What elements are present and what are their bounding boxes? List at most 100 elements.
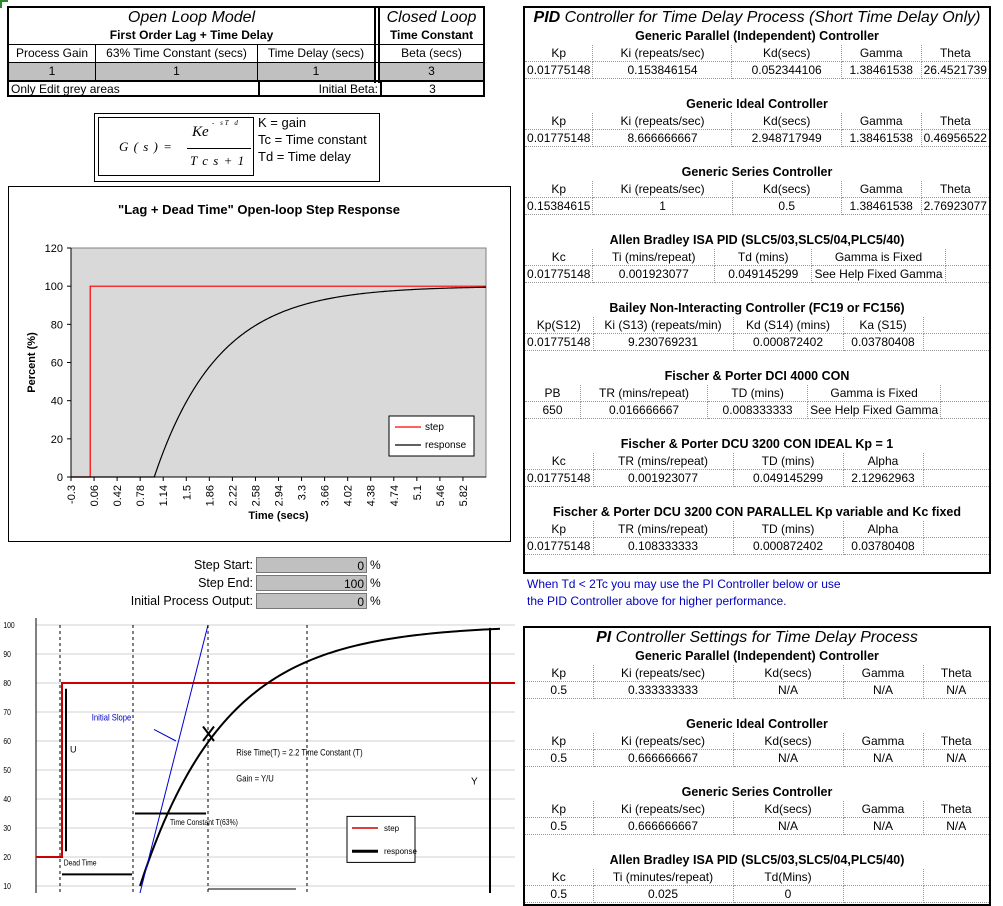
table-row: 0.01775148 0.108333333 0.000872402 0.037804… [525, 537, 989, 555]
table-value-cell[interactable] [923, 469, 989, 487]
step-input-value[interactable]: 0 [256, 593, 367, 609]
table-value-cell[interactable]: 1.38461538 [841, 129, 922, 147]
table-value-cell[interactable]: N/A [843, 681, 924, 699]
table-value-cell[interactable]: 2.12962963 [843, 469, 924, 487]
table-header-cell: Ti (mins/repeat) [592, 249, 715, 266]
table-value-cell[interactable]: N/A [923, 681, 989, 699]
time-constant-label: Time Constant T(63%) [170, 818, 238, 828]
table-value-cell[interactable]: 9.230769231 [593, 333, 734, 351]
table-value-cell[interactable] [923, 885, 989, 903]
table-value-cell[interactable]: N/A [733, 817, 844, 835]
x-tick-label: 1.5 [181, 485, 193, 500]
table-value-cell[interactable]: N/A [843, 817, 924, 835]
table-value-cell[interactable]: 0.001923077 [593, 469, 734, 487]
table-value-cell[interactable]: N/A [923, 817, 989, 835]
table-value-cell[interactable]: 0.01775148 [525, 129, 594, 147]
table-value-cell[interactable]: 0.15384615 [525, 197, 594, 215]
table-value-cell[interactable]: 0.03780408 [843, 333, 924, 351]
table-value-cell[interactable]: 0.5 [525, 817, 594, 835]
controller-table: Kp Ki (repeats/sec) Kd(secs) Gamma Theta 0.5 0… [525, 665, 989, 699]
table-value-cell[interactable]: 0.03780408 [843, 537, 924, 555]
table-value-cell[interactable]: 0.016666667 [580, 401, 709, 419]
table-row: 0.01775148 0.001923077 0.049145299 2.129629… [525, 469, 989, 487]
pid-title-bold: PID [533, 9, 561, 26]
table-value-cell[interactable]: 0.666666667 [593, 749, 734, 767]
transfer-function-box: G ( s ) = Ke - sT d T c s + 1 K = gain T… [94, 113, 380, 182]
pid-title-rest: Controller for Time Delay Process (Short… [560, 9, 981, 26]
step-input-value[interactable]: 100 [256, 575, 367, 591]
table-value-cell[interactable] [945, 265, 989, 283]
table-value-cell[interactable]: 0.000872402 [733, 333, 844, 351]
table-header-cell: Kd(secs) [733, 801, 844, 818]
table-header-cell: TR (mins/repeat) [593, 453, 734, 470]
table-value-cell[interactable]: 0.01775148 [525, 265, 594, 283]
table-value-cell[interactable]: 0 [733, 885, 844, 903]
table-header-cell: Kp [525, 665, 594, 682]
table-value-cell[interactable]: See Help Fixed Gamma [811, 265, 946, 283]
table-value-cell[interactable]: 0.5 [525, 885, 594, 903]
table-header-cell: TR (mins/repeat) [593, 521, 734, 538]
table-value-cell[interactable]: N/A [923, 749, 989, 767]
table-value-cell[interactable]: 0.01775148 [525, 333, 594, 351]
table-header-cell: Gamma [843, 733, 924, 750]
table-header-cell: Ti (minutes/repeat) [593, 869, 734, 886]
table-value-cell[interactable]: 0.049145299 [714, 265, 813, 283]
table-value-cell[interactable]: 0.049145299 [733, 469, 844, 487]
controller-section: Generic Ideal Controller Kp Ki (repeats/se… [525, 96, 989, 147]
table-value-cell[interactable]: 0.01775148 [525, 469, 594, 487]
table-header-cell [923, 521, 989, 538]
table-value-cell[interactable] [923, 537, 989, 555]
table-value-cell[interactable]: 0.025 [593, 885, 734, 903]
table-value-cell[interactable]: 0.108333333 [593, 537, 734, 555]
beta-input[interactable]: 3 [380, 63, 483, 80]
table-header-cell: Gamma is Fixed [811, 249, 946, 266]
table-value-cell[interactable]: See Help Fixed Gamma [807, 401, 942, 419]
time-constant-input[interactable]: 1 [96, 63, 258, 80]
table-value-cell[interactable]: 0.5 [732, 197, 842, 215]
y-tick-label: 10 [3, 881, 11, 891]
table-header-cell: Alpha [843, 453, 924, 470]
table-header-cell: Alpha [843, 521, 924, 538]
table-value-cell[interactable]: N/A [843, 749, 924, 767]
table-value-cell[interactable]: 0.001923077 [592, 265, 715, 283]
step-input-value[interactable]: 0 [256, 557, 367, 573]
table-value-cell[interactable]: 0.5 [525, 749, 594, 767]
table-value-cell[interactable]: 650 [525, 401, 582, 419]
table-value-cell[interactable] [940, 401, 989, 419]
chart-title: "Lag + Dead Time" Open-loop Step Respons… [118, 202, 400, 217]
table-value-cell[interactable]: 26.4521739 [921, 61, 989, 79]
table-value-cell[interactable]: 0.5 [525, 681, 594, 699]
table-value-cell[interactable]: 1 [592, 197, 733, 215]
table-value-cell[interactable]: 2.76923077 [921, 197, 989, 215]
table-header-cell: Kp [525, 181, 594, 198]
controller-section: Generic Series Controller Kp Ki (repeats/s… [525, 784, 989, 835]
table-value-cell[interactable]: 0.01775148 [525, 61, 594, 79]
controller-section: Generic Parallel (Independent) Controlle… [525, 648, 989, 699]
table-value-cell[interactable]: 1.38461538 [841, 197, 922, 215]
table-value-cell[interactable]: 0.008333333 [707, 401, 809, 419]
table-value-cell[interactable]: 0.153846154 [592, 61, 733, 79]
table-header-cell: Ki (repeats/sec) [593, 733, 734, 750]
table-value-cell[interactable]: 2.948717949 [731, 129, 842, 147]
table-header-cell: Theta [921, 45, 989, 62]
step-response-chart-svg: "Lag + Dead Time" Open-loop Step Respons… [26, 202, 487, 522]
table-header-cell: Kd (S14) (mins) [733, 317, 844, 334]
table-header-cell: Ki (repeats/sec) [593, 801, 734, 818]
process-gain-input[interactable]: 1 [9, 63, 96, 80]
table-value-cell[interactable]: N/A [733, 749, 844, 767]
time-delay-input[interactable]: 1 [258, 63, 374, 80]
table-value-cell[interactable] [923, 333, 989, 351]
table-value-cell[interactable]: 0.333333333 [593, 681, 734, 699]
table-value-cell[interactable]: 0.46956522 [921, 129, 989, 147]
table-value-cell[interactable]: N/A [733, 681, 844, 699]
table-value-cell[interactable]: 8.666666667 [592, 129, 733, 147]
pid-panel-title: PID Controller for Time Delay Process (S… [525, 8, 989, 28]
table-value-cell[interactable]: 0.000872402 [733, 537, 844, 555]
table-header-cell [923, 869, 989, 886]
table-value-cell[interactable] [843, 885, 924, 903]
table-value-cell[interactable]: 0.052344106 [731, 61, 842, 79]
legend-response-label: response [384, 847, 417, 856]
table-value-cell[interactable]: 0.01775148 [525, 537, 594, 555]
table-value-cell[interactable]: 1.38461538 [841, 61, 922, 79]
table-value-cell[interactable]: 0.666666667 [593, 817, 734, 835]
